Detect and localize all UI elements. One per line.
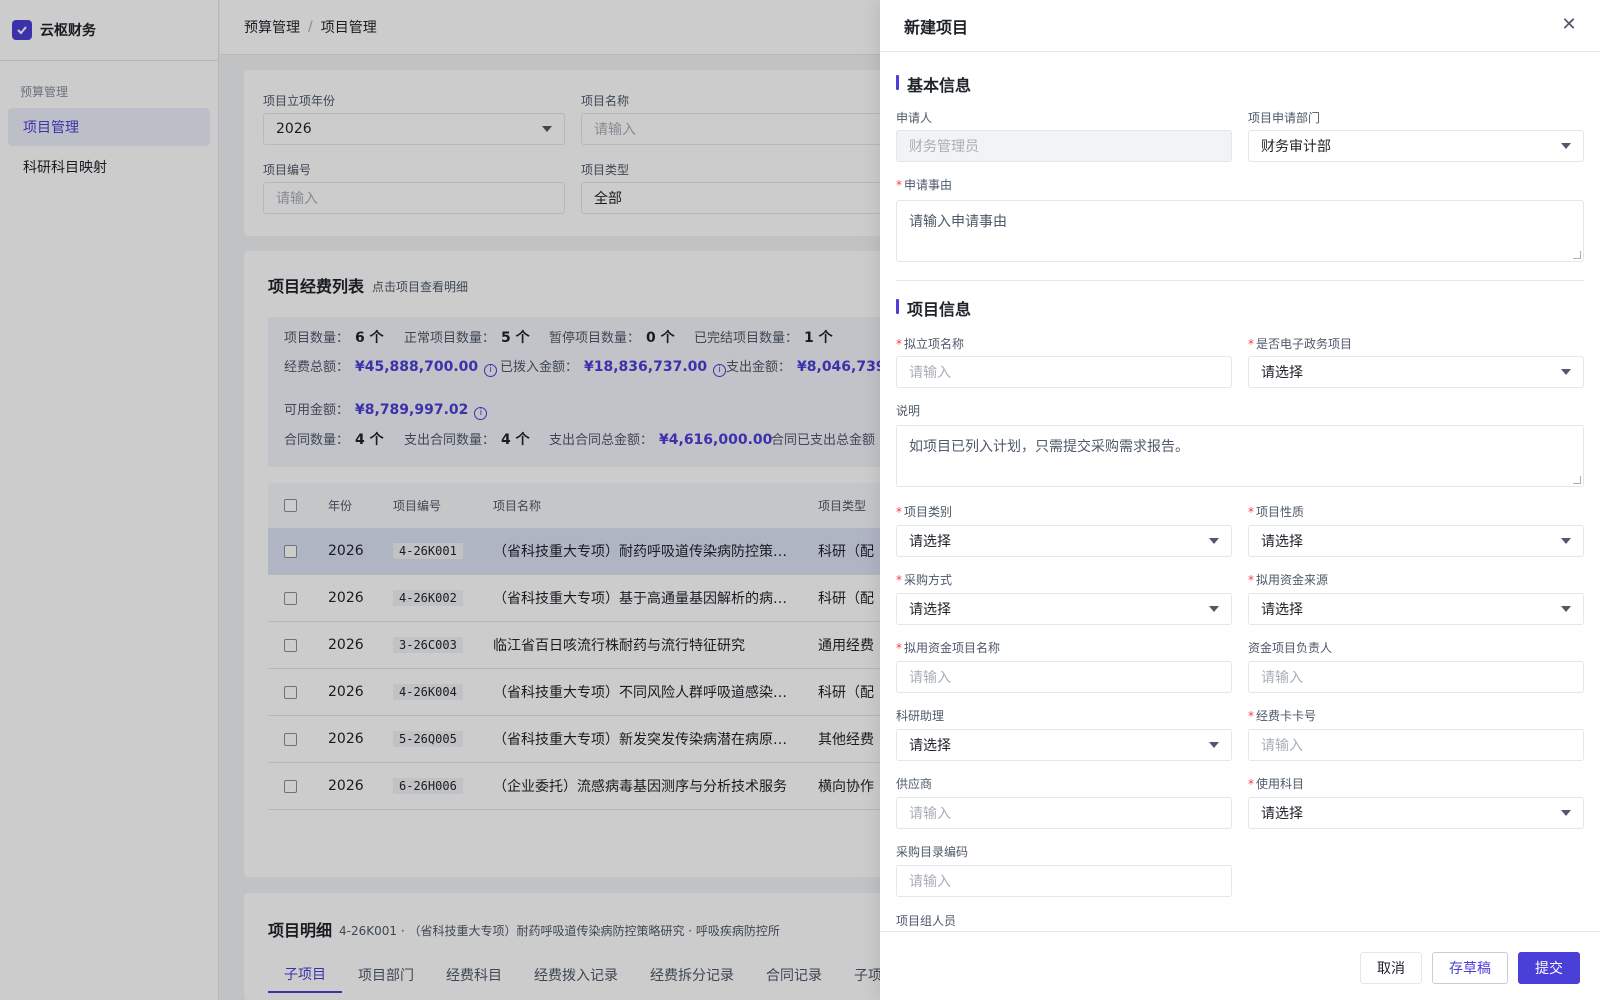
drawer-title: 新建项目 <box>904 17 969 37</box>
assistant-label: 科研助理 <box>896 709 945 723</box>
drawer-body: 基本信息 申请人 财务管理员 项目申请部门 财务审计部 * 申请事由 请输入申请事… <box>880 53 1600 931</box>
section-project-title: 项目信息 <box>896 296 971 320</box>
members-label: 项目组人员 <box>896 914 957 928</box>
close-icon[interactable]: ✕ <box>1560 16 1578 34</box>
category-label: * 项目类别 <box>896 505 953 519</box>
chevron-down-icon <box>1561 606 1571 612</box>
dept-label: 项目申请部门 <box>1248 111 1321 125</box>
egov-select[interactable]: 请选择 <box>1248 356 1584 388</box>
submit-button[interactable]: 提交 <box>1518 952 1580 984</box>
save-draft-button[interactable]: 存草稿 <box>1432 952 1508 984</box>
fund-source-select[interactable]: 请选择 <box>1248 593 1584 625</box>
fund-name-input[interactable]: 请输入 <box>896 661 1232 693</box>
applicant-label: 申请人 <box>896 111 933 125</box>
desc-textarea[interactable]: 如项目已列入计划，只需提交采购需求报告。 <box>896 425 1584 487</box>
purchase-select[interactable]: 请选择 <box>896 593 1232 625</box>
egov-label: * 是否电子政务项目 <box>1248 337 1353 351</box>
chevron-down-icon <box>1561 369 1571 375</box>
subject-select[interactable]: 请选择 <box>1248 797 1584 829</box>
drawer-footer: 取消 存草稿 提交 <box>880 931 1600 1000</box>
subject-label: * 使用科目 <box>1248 777 1305 791</box>
chevron-down-icon <box>1209 606 1219 612</box>
nature-label: * 项目性质 <box>1248 505 1305 519</box>
fund-source-label: * 拟用资金来源 <box>1248 573 1329 587</box>
proj-name-label: * 拟立项名称 <box>896 337 965 351</box>
card-label: * 经费卡卡号 <box>1248 709 1317 723</box>
desc-label: 说明 <box>896 404 921 418</box>
purchase-label: * 采购方式 <box>896 573 953 587</box>
fund-owner-label: 资金项目负责人 <box>1248 641 1333 655</box>
card-input[interactable]: 请输入 <box>1248 729 1584 761</box>
catalog-label: 采购目录编码 <box>896 845 969 859</box>
chevron-down-icon <box>1209 538 1219 544</box>
fund-owner-input[interactable]: 请输入 <box>1248 661 1584 693</box>
reason-textarea[interactable]: 请输入申请事由 <box>896 200 1584 262</box>
supplier-label: 供应商 <box>896 777 933 791</box>
reason-label: * 申请事由 <box>896 178 953 192</box>
proj-name-input[interactable]: 请输入 <box>896 356 1232 388</box>
catalog-input[interactable]: 请输入 <box>896 865 1232 897</box>
resize-handle-icon[interactable] <box>1573 476 1581 484</box>
chevron-down-icon <box>1561 810 1571 816</box>
new-project-drawer: 新建项目 ✕ 基本信息 申请人 财务管理员 项目申请部门 财务审计部 * 申请事由… <box>880 0 1600 1000</box>
nature-select[interactable]: 请选择 <box>1248 525 1584 557</box>
cancel-button[interactable]: 取消 <box>1360 952 1422 984</box>
supplier-input[interactable]: 请输入 <box>896 797 1232 829</box>
chevron-down-icon <box>1209 742 1219 748</box>
category-select[interactable]: 请选择 <box>896 525 1232 557</box>
section-divider <box>896 280 1584 281</box>
chevron-down-icon <box>1561 538 1571 544</box>
section-basic-title: 基本信息 <box>896 72 971 96</box>
assistant-select[interactable]: 请选择 <box>896 729 1232 761</box>
drawer-header: 新建项目 ✕ <box>880 0 1600 52</box>
dept-select[interactable]: 财务审计部 <box>1248 130 1584 162</box>
applicant-field: 财务管理员 <box>896 130 1232 162</box>
fund-name-label: * 拟用资金项目名称 <box>896 641 1001 655</box>
resize-handle-icon[interactable] <box>1573 251 1581 259</box>
chevron-down-icon <box>1561 143 1571 149</box>
